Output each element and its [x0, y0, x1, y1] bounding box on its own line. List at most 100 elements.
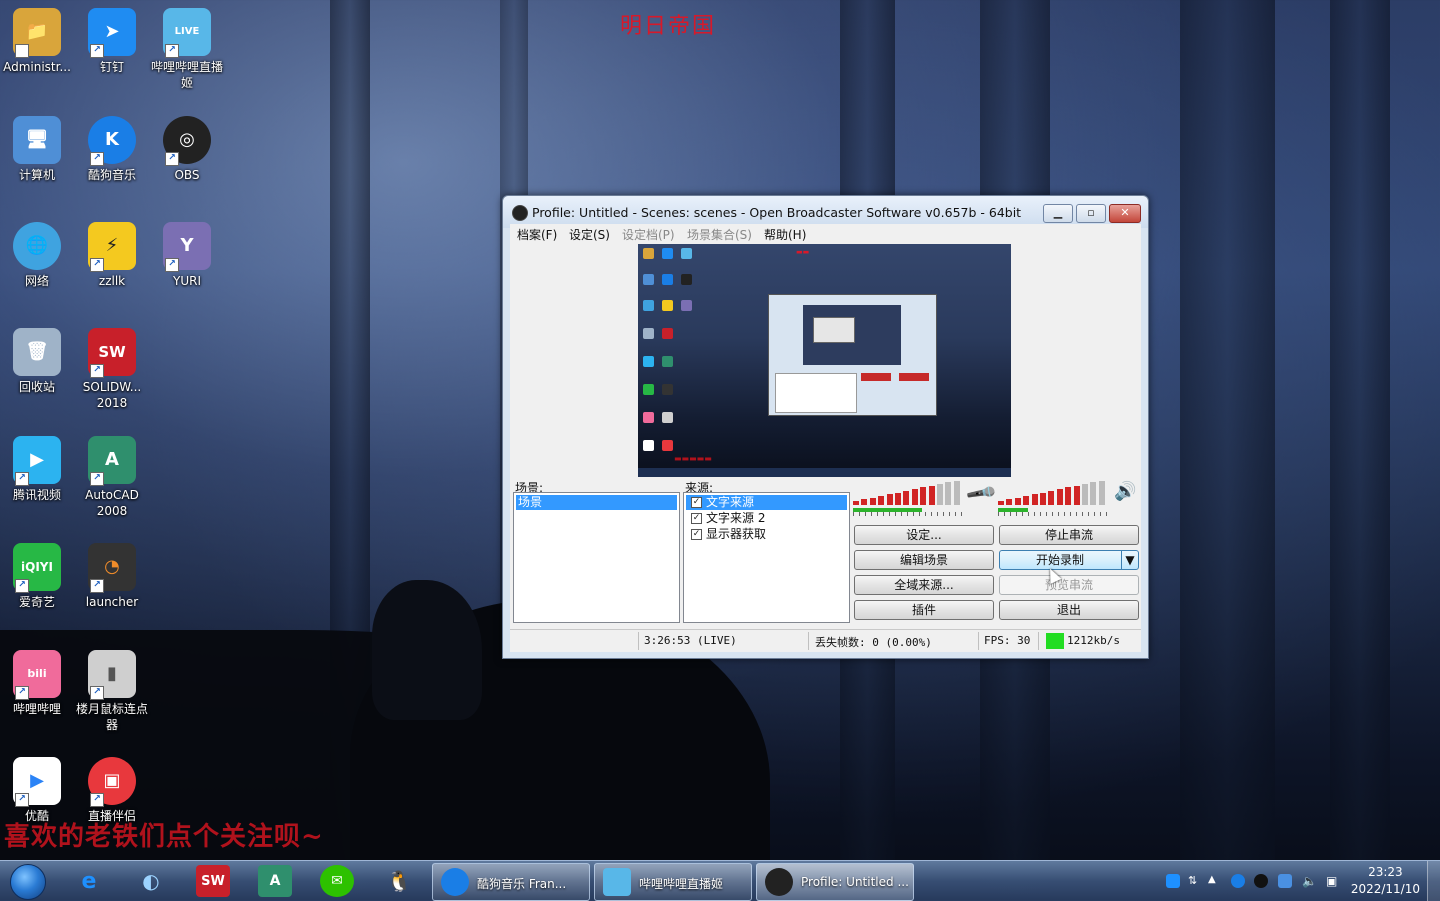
stop-stream-button[interactable]: 停止串流 — [999, 525, 1139, 545]
taskbar-clock[interactable]: 23:23 2022/11/10 — [1351, 864, 1420, 898]
desktop-icon-label: AutoCAD 2008 — [85, 488, 139, 518]
menu-profile[interactable]: 设定档(P) — [622, 226, 675, 243]
desktop-icon-iqiyi[interactable]: iQIYI ↗ 爱奇艺 — [0, 543, 75, 610]
desktop-icon-live-companion[interactable]: ▣ ↗ 直播伴侣 — [74, 757, 150, 824]
source-checkbox[interactable]: ✓ — [691, 513, 702, 524]
menu-file[interactable]: 档案(F) — [517, 226, 557, 243]
preview-desktop-icon — [681, 300, 692, 311]
volume-meter-bar — [1056, 489, 1063, 505]
desktop-icon-mouse-clicker[interactable]: ▮ ↗ 楼月鼠标连点器 — [74, 650, 150, 733]
qq-tray-icon[interactable] — [1254, 874, 1268, 888]
preview-nested-obs-window — [768, 294, 937, 416]
source-checkbox[interactable]: ✓ — [691, 529, 702, 540]
preview-desktop-icon — [662, 328, 673, 339]
solidworks-icon[interactable]: SW — [196, 865, 230, 897]
volume-meter-bar — [953, 480, 960, 505]
desktop-icon-recycle-bin[interactable]: 🗑 回收站 — [0, 328, 75, 395]
preview-title-text: ▬▬ — [796, 248, 810, 256]
source-name: 显示器获取 — [706, 527, 767, 541]
wolf-silhouette — [372, 580, 482, 720]
desktop-icon-label: 网络 — [24, 274, 49, 288]
preview-desktop-icon — [662, 356, 673, 367]
desktop-icon-youku[interactable]: ▶ ↗ 优酷 — [0, 757, 75, 824]
desktop-icon-label: 哔哩哔哩直播姬 — [150, 60, 223, 90]
menu-settings[interactable]: 设定(S) — [569, 226, 610, 243]
menu-scene-collection[interactable]: 场景集合(S) — [687, 226, 752, 243]
stream-preview: ▬▬ ▬▬▬▬▬ — [638, 244, 1011, 477]
desktop-icon-administrator[interactable]: 📁 Administr... — [0, 8, 75, 75]
kugou-tray-icon[interactable] — [1231, 874, 1245, 888]
browser-icon[interactable]: ◐ — [134, 865, 168, 897]
taskbar-task-obs[interactable]: Profile: Untitled ... — [756, 863, 914, 901]
maximize-button[interactable]: ▫ — [1076, 204, 1106, 223]
chevron-up-icon[interactable]: ▲ — [1208, 874, 1222, 888]
internet-explorer-icon[interactable]: e — [72, 865, 106, 897]
bilibili-live-icon: LIVE ↗ — [163, 8, 211, 58]
task-label: 哔哩哔哩直播姬 — [639, 877, 724, 891]
taskbar-task-kugou[interactable]: 酷狗音乐 Fran... — [432, 863, 590, 901]
desktop-icon-tencent-video[interactable]: ▶ ↗ 腾讯视频 — [0, 436, 75, 503]
desktop-icon-bilibili[interactable]: bili ↗ 哔哩哔哩 — [0, 650, 75, 717]
desktop-icon-network[interactable]: 🌐 网络 — [0, 222, 75, 289]
chevron-down-icon[interactable]: ▼ — [1121, 551, 1138, 569]
desktop-icon-obs[interactable]: ◎ ↗ OBS — [149, 116, 225, 183]
network-tray-icon[interactable]: ▣ — [1326, 874, 1340, 888]
speaker-icon[interactable]: 🔊 — [1114, 481, 1136, 502]
volume-meter-bar — [945, 482, 952, 505]
mic-level-ticks — [853, 512, 963, 516]
preview-desktop-icon — [643, 328, 654, 339]
desktop-icon-launcher[interactable]: ◔ ↗ launcher — [74, 543, 150, 610]
desktop-icon-autocad[interactable]: A ↗ AutoCAD 2008 — [74, 436, 150, 519]
taskbar: e ◐ SW A ✉ 🐧 酷狗音乐 Fran... 哔哩哔哩直播姬 Profil… — [0, 860, 1440, 901]
desktop-icon-solidworks[interactable]: SW ↗ SOLIDW... 2018 — [74, 328, 150, 411]
tray-flag-icon[interactable]: ⇅ — [1188, 874, 1202, 888]
mic-volume-meter[interactable]: 🎤 — [853, 476, 999, 516]
sources-list[interactable]: ✓ 文字来源 ✓ 文字来源 2 ✓ 显示器获取 — [683, 492, 850, 623]
volume-meter-bar — [1031, 494, 1038, 505]
preview-taskbar — [638, 468, 1011, 477]
recycle-bin-icon: 🗑 — [13, 328, 61, 376]
start-button[interactable] — [10, 864, 46, 900]
global-sources-button[interactable]: 全域来源... — [854, 575, 994, 595]
microphone-icon[interactable]: 🎤 — [964, 476, 998, 510]
desktop-icon-label: 酷狗音乐 — [87, 168, 136, 182]
tree-trunk — [1330, 0, 1390, 900]
desktop-icon-dingtalk[interactable]: ➤ ↗ 钉钉 — [74, 8, 150, 75]
start-recording-button[interactable]: 开始录制 ▼ — [999, 550, 1139, 570]
source-item[interactable]: ✓ 文字来源 2 — [686, 511, 847, 526]
exit-button[interactable]: 退出 — [999, 600, 1139, 620]
source-checkbox[interactable]: ✓ — [691, 497, 702, 508]
close-button[interactable]: ✕ — [1109, 204, 1141, 223]
desktop-icon-yuri[interactable]: Y ↗ YURI — [149, 222, 225, 289]
minimize-button[interactable]: ▁ — [1043, 204, 1073, 223]
desktop-icon-computer[interactable]: 🖥 计算机 — [0, 116, 75, 183]
plugins-button[interactable]: 插件 — [854, 600, 994, 620]
qq-icon[interactable]: 🐧 — [382, 865, 416, 897]
wechat-icon[interactable]: ✉ — [320, 865, 354, 897]
bitrate-indicator — [1046, 633, 1064, 649]
desktop-icon-bilibili-live[interactable]: LIVE ↗ 哔哩哔哩直播姬 — [149, 8, 225, 91]
settings-button[interactable]: 设定... — [854, 525, 994, 545]
desktop-icon-kugou[interactable]: K ↗ 酷狗音乐 — [74, 116, 150, 183]
taskbar-task-bilibili-live[interactable]: 哔哩哔哩直播姬 — [594, 863, 752, 901]
desktop-volume-meter[interactable]: 🔊 — [998, 479, 1138, 516]
show-desktop-button[interactable] — [1427, 861, 1440, 901]
stream-time: 3:26:53 (LIVE) — [644, 634, 737, 647]
edit-scene-button[interactable]: 编辑场景 — [854, 550, 994, 570]
volume-meter-bar — [1040, 492, 1046, 505]
source-item[interactable]: ✓ 显示器获取 — [686, 527, 847, 542]
desktop-icon-label: 直播伴侣 — [87, 809, 136, 823]
volume-icon[interactable]: 🔈 — [1302, 874, 1317, 888]
preview-stream-button[interactable]: 预览串流 — [999, 575, 1139, 595]
search-icon[interactable] — [1166, 874, 1180, 888]
scenes-list[interactable]: 场景 — [513, 492, 680, 623]
menu-help[interactable]: 帮助(H) — [764, 226, 806, 243]
scene-item[interactable]: 场景 — [516, 495, 677, 510]
desktop-icon-label: 计算机 — [18, 168, 55, 182]
desktop-icon-zzllk[interactable]: ⚡ ↗ zzllk — [74, 222, 150, 289]
obs-menubar: 档案(F) 设定(S) 设定档(P) 场景集合(S) 帮助(H) — [510, 224, 1141, 244]
autocad-icon[interactable]: A — [258, 865, 292, 897]
source-item[interactable]: ✓ 文字来源 — [686, 495, 847, 510]
volume-meter-bar — [1090, 482, 1097, 505]
security-shield-icon[interactable] — [1278, 874, 1292, 888]
